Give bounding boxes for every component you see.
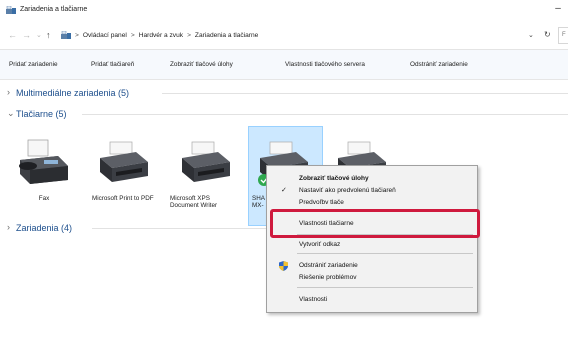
menu-separator	[297, 253, 473, 254]
forward-button[interactable]: →	[22, 30, 31, 40]
search-input[interactable]: F	[558, 27, 568, 44]
highlight-annotation	[270, 209, 480, 238]
address-bar: ← → ⌄ ↑ > Ovládací panel > Hardvér a zvu…	[0, 22, 568, 50]
address-dropdown-button[interactable]: ⌄	[528, 31, 534, 39]
group-printers[interactable]: ⌄ Tlačiarne (5)	[0, 107, 568, 121]
minimize-button[interactable]: –	[548, 2, 568, 18]
uac-shield-icon	[279, 261, 288, 271]
recent-locations-button[interactable]: ⌄	[36, 31, 42, 39]
device-label: SHA MX-	[252, 195, 265, 209]
chevron-down-icon: ⌄	[7, 108, 15, 118]
device-fax[interactable]: Fax	[14, 136, 74, 202]
menu-item-set-as-default[interactable]: Nastaviť ako predvolenú tlačiareň	[299, 187, 396, 194]
window-title: Zariadenia a tlačiarne	[20, 6, 88, 13]
group-multimedia-devices[interactable]: › Multimediálne zariadenia (5)	[0, 86, 568, 100]
device-label: Fax	[38, 195, 50, 202]
device-microsoft-print-to-pdf[interactable]: Microsoft Print to PDF	[92, 136, 154, 202]
address-box[interactable]: > Ovládací panel > Hardvér a zvuk > Zari…	[60, 28, 540, 43]
group-label: Tlačiarne (5)	[16, 109, 67, 119]
breadcrumb-control-panel[interactable]: Ovládací panel	[83, 32, 127, 39]
menu-separator	[297, 287, 473, 288]
menu-item-see-print-jobs[interactable]: Zobraziť tlačové úlohy	[299, 175, 369, 182]
device-label: Microsoft Print to PDF	[92, 195, 154, 202]
add-printer-button[interactable]: Pridať tlačiareň	[91, 61, 134, 68]
fax-icon	[19, 139, 68, 184]
breadcrumb-separator: >	[130, 32, 135, 39]
check-icon: ✓	[281, 187, 287, 194]
control-panel-icon	[61, 31, 71, 39]
up-button[interactable]: ↑	[46, 30, 51, 40]
refresh-button[interactable]: ↻	[544, 30, 551, 39]
chevron-right-icon: ›	[7, 87, 10, 97]
menu-item-printing-preferences[interactable]: Predvoľby tlače	[299, 199, 344, 204]
breadcrumb-separator: >	[75, 32, 79, 39]
printer-icon	[182, 141, 230, 182]
remove-device-button[interactable]: Odstrániť zariadenie	[410, 61, 468, 68]
breadcrumb-devices-printers[interactable]: Zariadenia a tlačiarne	[195, 32, 258, 39]
breadcrumb-separator: >	[187, 32, 191, 39]
add-device-button[interactable]: Pridať zariadenie	[9, 61, 58, 68]
title-bar: Zariadenia a tlačiarne –	[0, 0, 568, 22]
devices-and-printers-icon	[6, 6, 16, 14]
back-button[interactable]: ←	[8, 30, 17, 40]
group-label: Multimediálne zariadenia (5)	[16, 88, 130, 98]
command-bar: Pridať zariadenie Pridať tlačiareň Zobra…	[0, 50, 568, 80]
context-menu: Zobraziť tlačové úlohy ✓ Nastaviť ako pr…	[266, 165, 478, 313]
menu-item-remove-device[interactable]: Odstrániť zariadenie	[299, 262, 358, 269]
group-divider	[162, 93, 568, 94]
group-divider	[92, 228, 266, 229]
see-print-jobs-button[interactable]: Zobraziť tlačové úlohy	[170, 61, 233, 68]
group-divider	[82, 114, 568, 115]
menu-item-create-shortcut[interactable]: Vytvoriť odkaz	[299, 241, 340, 248]
device-label: Microsoft XPS Document Writer	[170, 195, 218, 209]
menu-item-properties[interactable]: Vlastnosti	[299, 296, 327, 303]
chevron-right-icon: ›	[7, 222, 10, 232]
device-microsoft-xps-document-writer[interactable]: Microsoft XPS Document Writer	[170, 136, 240, 209]
menu-item-troubleshoot[interactable]: Riešenie problémov	[299, 274, 356, 281]
breadcrumb-hardware-sound[interactable]: Hardvér a zvuk	[139, 32, 183, 39]
group-label: Zariadenia (4)	[16, 223, 73, 233]
printer-icon	[100, 141, 148, 182]
print-server-properties-button[interactable]: Vlastnosti tlačového servera	[285, 61, 365, 68]
